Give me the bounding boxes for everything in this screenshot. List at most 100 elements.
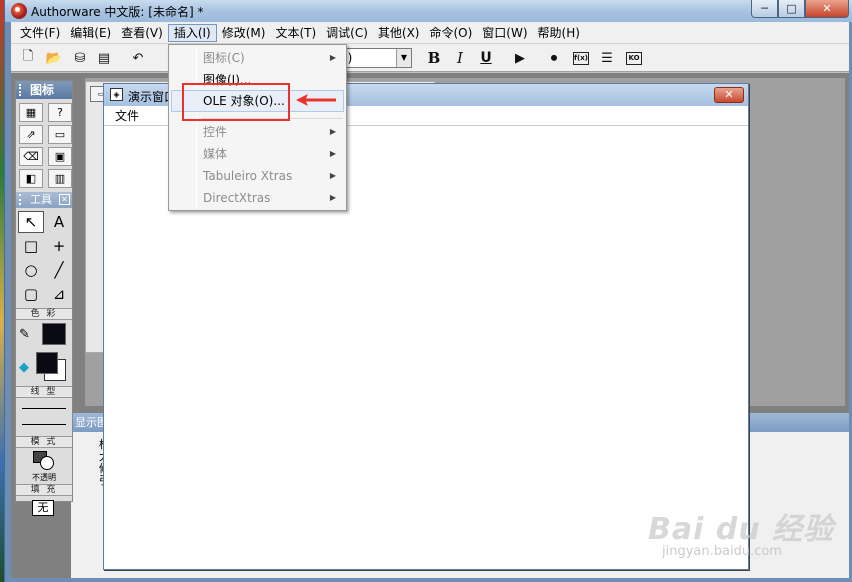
menu-text[interactable]: 文本(T) [270,24,321,42]
menu-window[interactable]: 窗口(W) [477,24,532,42]
menu-item-label: 控件 [203,125,228,139]
stroke-color-swatch[interactable] [42,323,66,345]
knowledge-objects-button[interactable]: KO [625,49,643,67]
annotation-highlight-box [182,83,290,121]
close-icon[interactable]: ✕ [59,194,70,205]
calc-icon[interactable]: ▣ [48,147,72,166]
menu-item-label: DirectXtras [203,191,271,205]
new-file-icon[interactable]: 🗋 [19,49,37,67]
framework-icon[interactable]: ▥ [48,169,72,188]
line-tool-icon[interactable]: ╱ [46,259,72,281]
baidu-watermark: Bai du 经验 jingyan.baidu.com [648,504,838,574]
display-icon[interactable]: ▦ [19,103,43,122]
rectangle-tool-icon[interactable]: □ [18,235,44,257]
fill-picker[interactable]: 无 [16,496,72,522]
menu-file[interactable]: 文件(F) [15,24,65,42]
underline-button[interactable]: U [477,49,495,67]
menu-item-controls[interactable]: 控件 ▶ [171,121,344,143]
insert-menu-dropdown: 图标(C) ▶ 图像(I)... OLE 对象(O)... 控件 ▶ 媒体 ▶ … [168,44,347,211]
menu-item-label: 媒体 [203,147,228,161]
menu-help[interactable]: 帮助(H) [533,24,585,42]
line-style-picker[interactable] [16,398,72,436]
menu-view[interactable]: 查看(V) [116,24,168,42]
menu-item-label: 图标(C) [203,51,245,65]
text-tool-icon[interactable]: A [46,211,72,233]
crosshair-tool-icon[interactable]: + [46,235,72,257]
paint-bucket-icon: ◆ [19,360,29,375]
drag-grip-icon[interactable] [19,84,23,96]
menu-modify[interactable]: 修改(M) [217,24,271,42]
line-style-sample [22,424,66,425]
annotation-arrow-icon [296,94,336,106]
icon-palette: 图标 ▦ ? ⇗ ▭ ⌫ ▣ ◧ ▥ 工具 ✕ ↖ A □ + ○ ╱ ▢ ⊿ … [15,80,73,516]
bold-button[interactable]: B [425,49,443,67]
icon-palette-label: 图标 [30,83,55,97]
rounded-rect-tool-icon[interactable]: ▢ [18,283,44,305]
tools-palette-label: 工具 [30,193,52,206]
variables-icon[interactable]: ☰ [598,49,616,67]
drag-grip-icon[interactable] [19,194,23,205]
ko-label: KO [626,51,642,65]
submenu-arrow-icon: ▶ [329,149,336,158]
close-button[interactable]: ✕ [805,0,849,18]
app-logo-icon [11,3,27,19]
italic-button[interactable]: I [451,49,469,67]
functions-button[interactable]: f(x) [572,49,590,67]
tools-palette-title[interactable]: 工具 ✕ [16,192,72,208]
polygon-tool-icon[interactable]: ⊿ [46,283,72,305]
menu-item-icon[interactable]: 图标(C) ▶ [171,47,344,69]
motion-icon[interactable]: ⇗ [19,125,43,144]
menu-item-tabuleiro-xtras[interactable]: Tabuleiro Xtras ▶ [171,165,344,187]
menu-item-directxtras[interactable]: DirectXtras ▶ [171,187,344,209]
menu-edit[interactable]: 编辑(E) [65,24,116,42]
fill-value: 无 [32,500,54,516]
presentation-window-icon: ◈ [110,88,123,101]
mode-value: 不透明 [32,473,56,482]
ellipse-tool-icon[interactable]: ○ [18,259,44,281]
color-section-label: 色 彩 [16,308,72,320]
submenu-arrow-icon: ▶ [329,127,336,136]
chevron-down-icon[interactable]: ▼ [396,49,411,67]
icon-palette-title[interactable]: 图标 [16,81,72,99]
menu-command[interactable]: 命令(O) [424,24,477,42]
close-icon[interactable]: ✕ [714,87,744,103]
menu-debug[interactable]: 调试(C) [321,24,373,42]
pointer-tool-icon[interactable]: ↖ [18,211,44,233]
submenu-arrow-icon: ▶ [329,171,336,180]
watermark-brand: Bai du 经验 [648,512,835,547]
minimize-button[interactable]: ─ [751,0,778,18]
title-bar[interactable]: Authorware 中文版: [未命名] * ─ □ ✕ [5,0,852,22]
undo-icon[interactable]: ↶ [129,49,147,67]
toolbar: 🗋 📂 ⛁ ▤ ↶ S) ▼ B I U ▶ ⏺ f(x) ☰ KO [11,44,849,72]
import-icon[interactable]: ▤ [95,49,113,67]
window-title: Authorware 中文版: [未命名] * [31,5,204,19]
menu-item-media[interactable]: 媒体 ▶ [171,143,344,165]
pencil-icon: ✎ [19,327,30,342]
mode-section-label: 模 式 [16,436,72,448]
submenu-arrow-icon: ▶ [329,53,336,62]
menu-insert[interactable]: 插入(I) [167,23,217,42]
foreground-color-swatch[interactable] [36,352,58,374]
mode-picker[interactable]: 不透明 [16,448,72,484]
watermark-url: jingyan.baidu.com [662,544,782,559]
line-section-label: 线 型 [16,386,72,398]
functions-label: f(x) [573,51,589,65]
open-folder-icon[interactable]: 📂 [45,49,63,67]
text-color-row: ✎ [16,320,72,350]
menu-bar: 文件(F) 编辑(E) 查看(V) 插入(I) 修改(M) 文本(T) 调试(C… [11,22,849,44]
mode-circle-icon [40,456,54,470]
menu-other[interactable]: 其他(X) [373,24,425,42]
interaction-icon[interactable]: ? [48,103,72,122]
font-size-select[interactable]: S) ▼ [336,48,412,68]
navigate-icon[interactable]: ◧ [19,169,43,188]
wait-icon[interactable]: ▭ [48,125,72,144]
line-style-sample [22,408,66,409]
maximize-button[interactable]: □ [778,0,805,18]
erase-icon[interactable]: ⌫ [19,147,43,166]
fill-color-row: ◆ [16,350,72,386]
submenu-arrow-icon: ▶ [329,193,336,202]
fill-section-label: 填 充 [16,484,72,496]
save-all-icon[interactable]: ⛁ [71,49,89,67]
restart-icon[interactable]: ▶ [511,49,529,67]
control-panel-icon[interactable]: ⏺ [545,49,563,67]
